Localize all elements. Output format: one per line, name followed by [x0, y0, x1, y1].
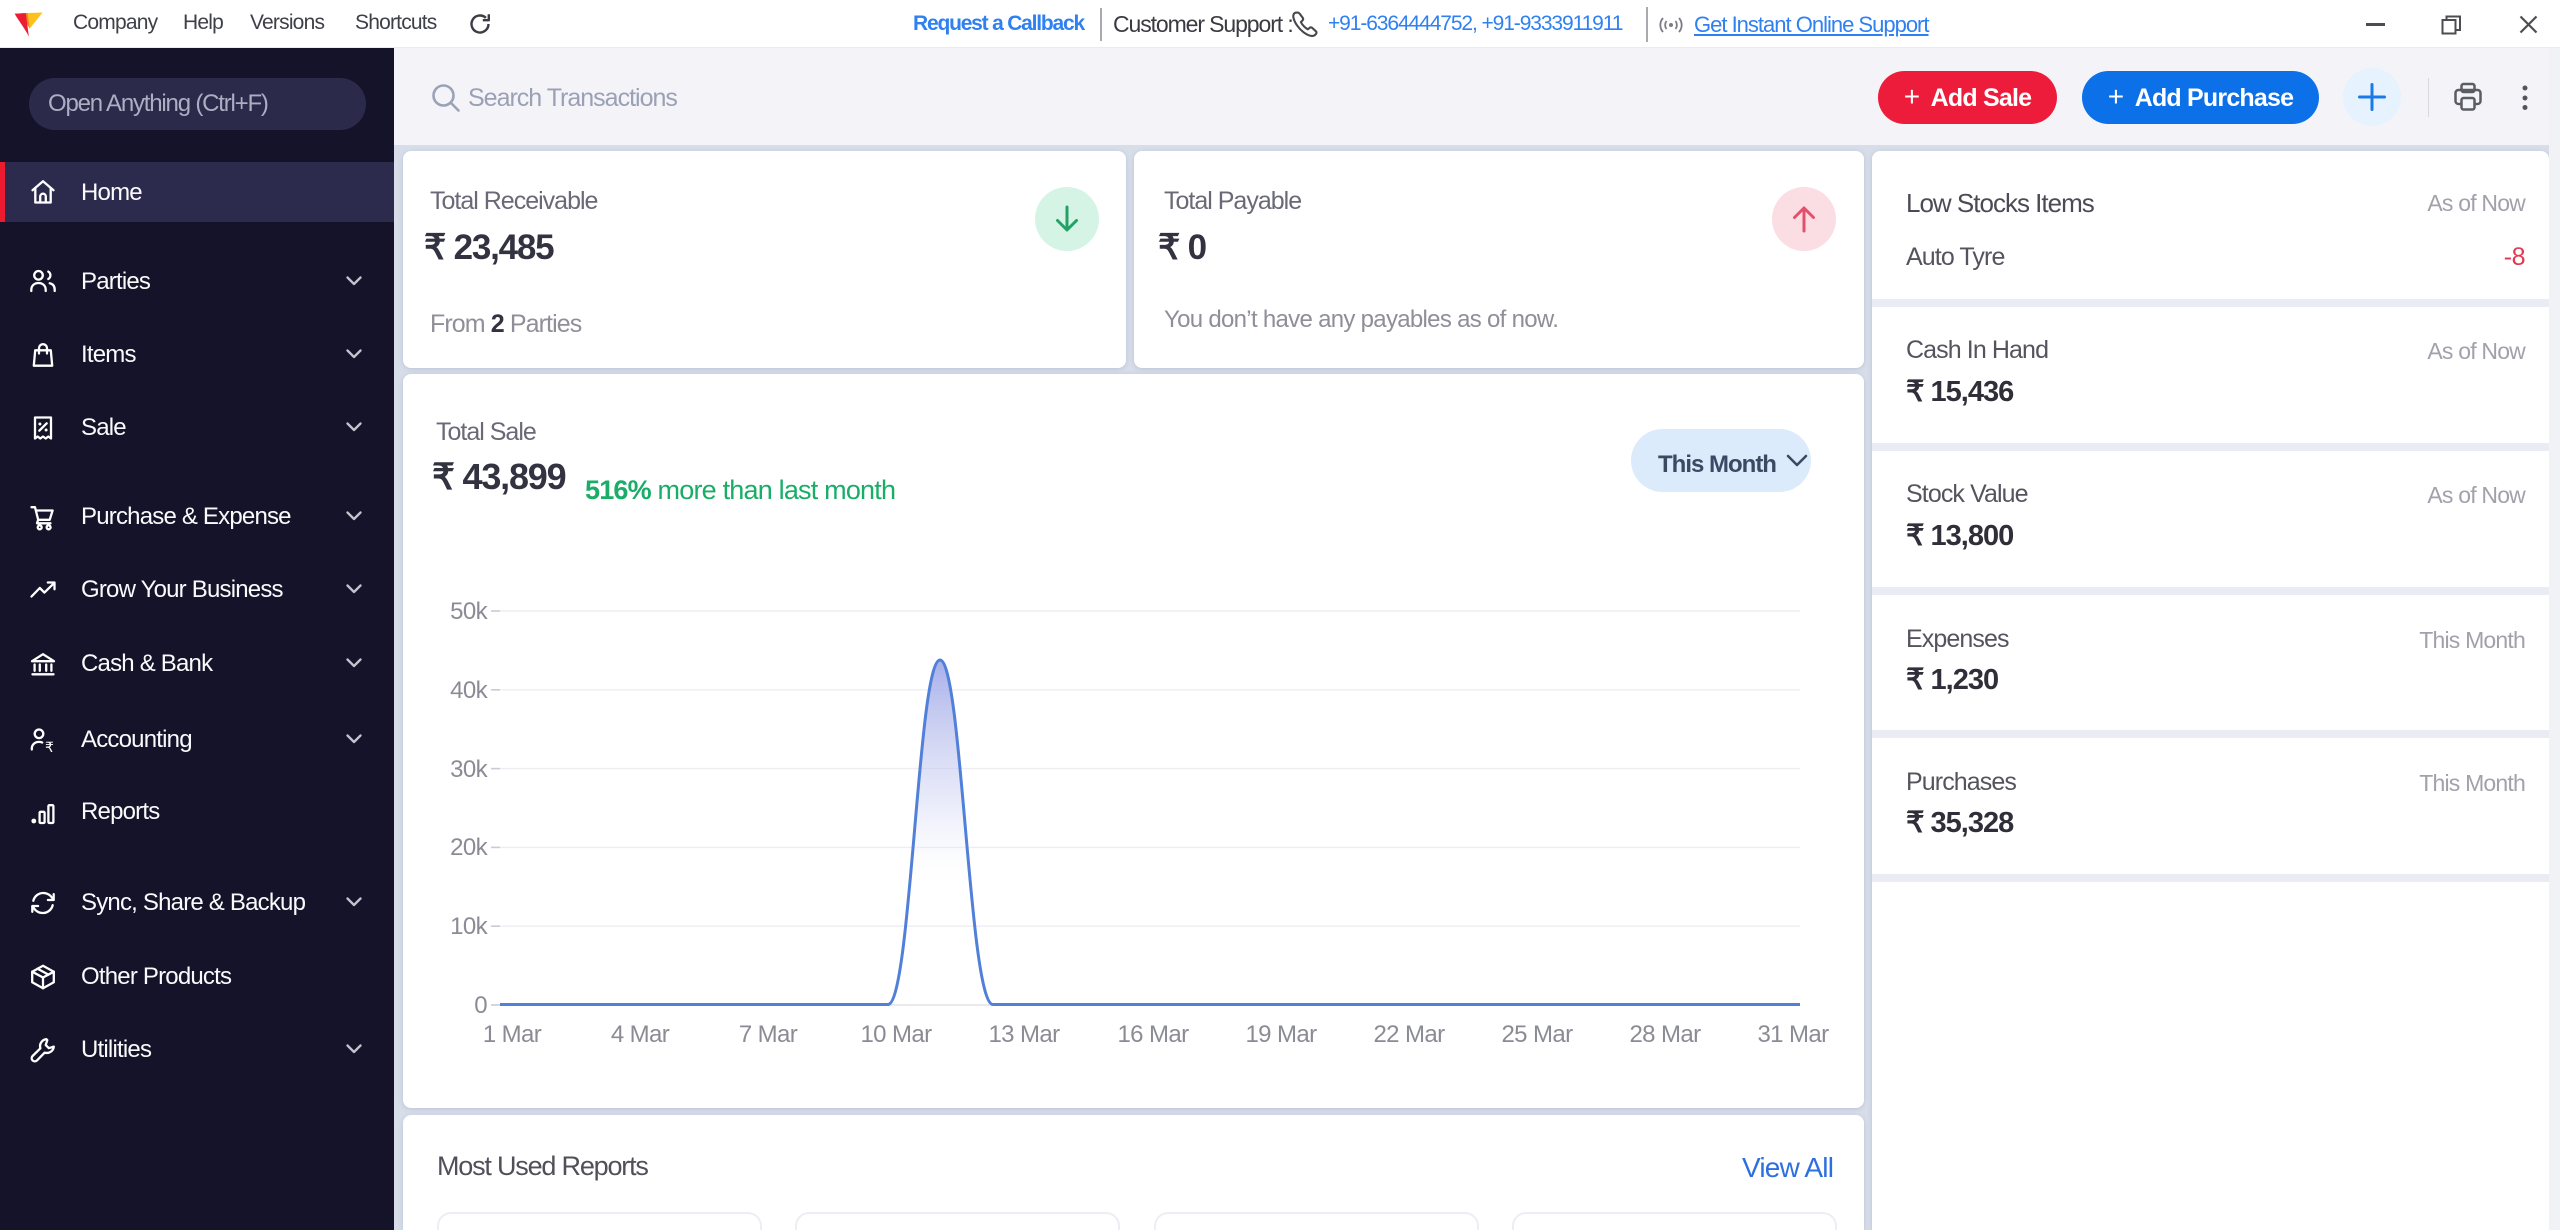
- svg-text:4 Mar: 4 Mar: [611, 1021, 670, 1048]
- svg-text:20k: 20k: [450, 834, 488, 861]
- svg-text:7 Mar: 7 Mar: [739, 1021, 798, 1048]
- svg-text:25 Mar: 25 Mar: [1501, 1021, 1573, 1048]
- svg-text:1 Mar: 1 Mar: [483, 1021, 542, 1048]
- svg-text:22 Mar: 22 Mar: [1373, 1021, 1445, 1048]
- svg-text:10 Mar: 10 Mar: [860, 1021, 932, 1048]
- svg-text:31 Mar: 31 Mar: [1757, 1021, 1829, 1048]
- svg-text:28 Mar: 28 Mar: [1629, 1021, 1701, 1048]
- svg-text:10k: 10k: [450, 913, 488, 940]
- svg-text:₹: ₹: [45, 739, 54, 755]
- svg-text:0: 0: [474, 992, 487, 1019]
- svg-text:13 Mar: 13 Mar: [988, 1021, 1060, 1048]
- svg-text:30k: 30k: [450, 756, 488, 783]
- svg-text:40k: 40k: [450, 677, 488, 704]
- svg-text:50k: 50k: [450, 598, 488, 625]
- svg-text:16 Mar: 16 Mar: [1117, 1021, 1189, 1048]
- svg-text:19 Mar: 19 Mar: [1245, 1021, 1317, 1048]
